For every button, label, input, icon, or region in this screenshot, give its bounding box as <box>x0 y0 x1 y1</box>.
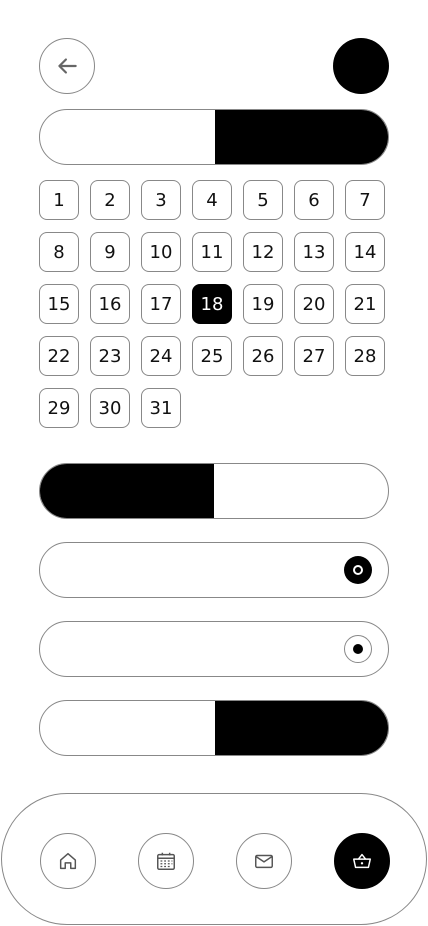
arrow-left-icon <box>58 58 77 74</box>
calendar-day-14[interactable]: 14 <box>345 232 385 272</box>
calendar-day-31[interactable]: 31 <box>141 388 181 428</box>
calendar-day-3[interactable]: 3 <box>141 180 181 220</box>
segmented-toggle-3[interactable] <box>39 700 389 756</box>
calendar-day-28[interactable]: 28 <box>345 336 385 376</box>
calendar-day-11[interactable]: 11 <box>192 232 232 272</box>
segmented-toggle-1[interactable] <box>39 109 389 165</box>
calendar-icon <box>157 852 175 870</box>
nav-home-button[interactable] <box>40 833 96 889</box>
calendar-day-13[interactable]: 13 <box>294 232 334 272</box>
back-button[interactable] <box>39 38 95 94</box>
calendar-day-9[interactable]: 9 <box>90 232 130 272</box>
calendar-day-24[interactable]: 24 <box>141 336 181 376</box>
nav-calendar-button[interactable] <box>138 833 194 889</box>
radio-indicator-filled <box>344 556 372 584</box>
calendar-day-7[interactable]: 7 <box>345 180 385 220</box>
nav-basket-button[interactable] <box>334 833 390 889</box>
calendar-day-27[interactable]: 27 <box>294 336 334 376</box>
calendar-day-12[interactable]: 12 <box>243 232 283 272</box>
calendar-day-29[interactable]: 29 <box>39 388 79 428</box>
toggle-3-active-segment <box>215 701 388 755</box>
radio-option-1[interactable] <box>39 542 389 598</box>
basket-icon <box>353 853 371 869</box>
mail-icon <box>255 854 273 869</box>
calendar-day-20[interactable]: 20 <box>294 284 334 324</box>
calendar-day-17[interactable]: 17 <box>141 284 181 324</box>
toggle-1-active-segment <box>215 110 388 164</box>
calendar-day-26[interactable]: 26 <box>243 336 283 376</box>
bottom-nav <box>1 793 427 925</box>
calendar-day-10[interactable]: 10 <box>141 232 181 272</box>
home-icon <box>59 852 77 870</box>
calendar-day-16[interactable]: 16 <box>90 284 130 324</box>
calendar-day-8[interactable]: 8 <box>39 232 79 272</box>
calendar-grid: 1 2 3 4 5 6 7 8 9 10 11 12 13 14 15 16 17 18 19 20 21 22 23 24 2… <box>39 180 385 428</box>
calendar-day-18[interactable]: 18 <box>192 284 232 324</box>
calendar-day-1[interactable]: 1 <box>39 180 79 220</box>
radio-dot <box>353 565 363 575</box>
calendar-day-6[interactable]: 6 <box>294 180 334 220</box>
calendar-day-15[interactable]: 15 <box>39 284 79 324</box>
calendar-day-23[interactable]: 23 <box>90 336 130 376</box>
calendar-day-2[interactable]: 2 <box>90 180 130 220</box>
calendar-day-25[interactable]: 25 <box>192 336 232 376</box>
segmented-toggle-2[interactable] <box>39 463 389 519</box>
nav-mail-button[interactable] <box>236 833 292 889</box>
avatar[interactable] <box>333 38 389 94</box>
calendar-day-4[interactable]: 4 <box>192 180 232 220</box>
calendar-day-30[interactable]: 30 <box>90 388 130 428</box>
calendar-day-5[interactable]: 5 <box>243 180 283 220</box>
radio-option-2[interactable] <box>39 621 389 677</box>
calendar-day-22[interactable]: 22 <box>39 336 79 376</box>
calendar-day-21[interactable]: 21 <box>345 284 385 324</box>
radio-dot <box>353 644 363 654</box>
calendar-day-19[interactable]: 19 <box>243 284 283 324</box>
radio-indicator-outlined <box>344 635 372 663</box>
toggle-2-active-segment <box>40 464 214 518</box>
